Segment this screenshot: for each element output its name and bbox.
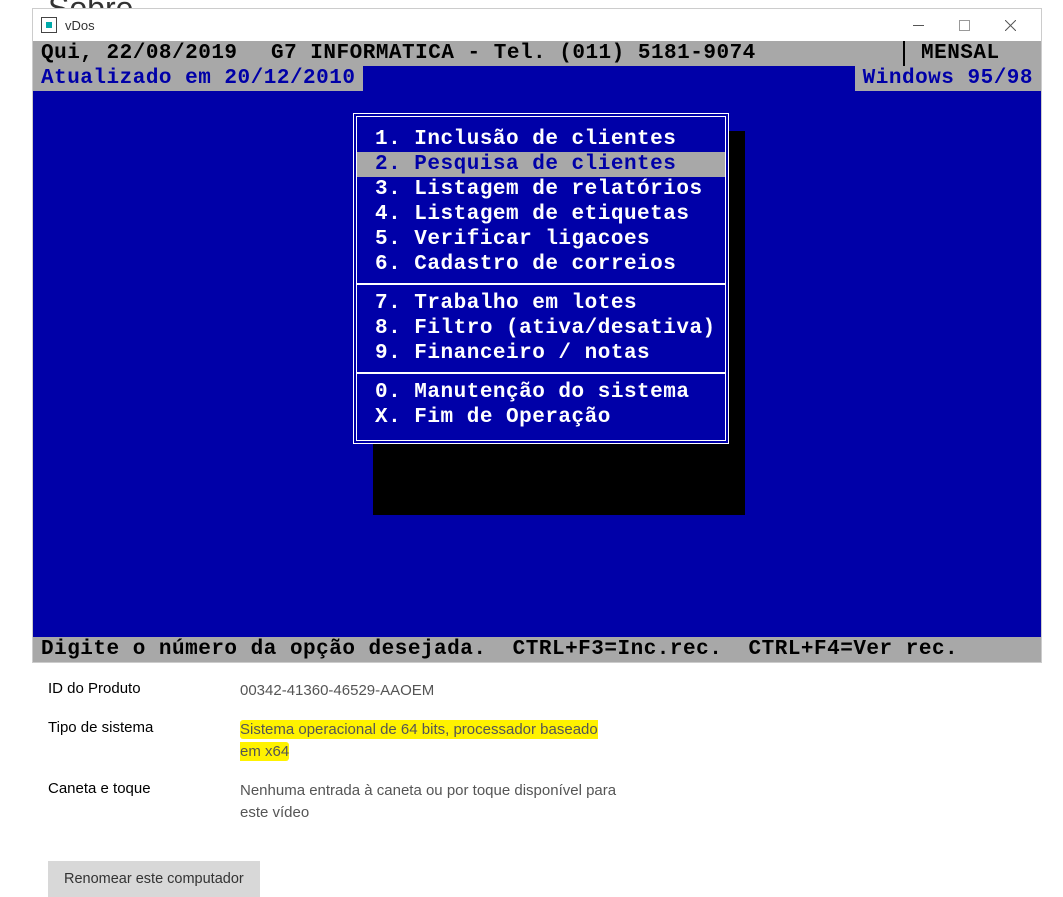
menu-item-6[interactable]: 6. Cadastro de correios: [357, 252, 725, 277]
window-title: vDos: [65, 18, 895, 33]
settings-label: Tipo de sistema: [48, 719, 240, 764]
settings-row: ID do Produto00342-41360-46529-AAOEM: [48, 680, 848, 703]
menu-item-9[interactable]: 9. Financeiro / notas: [357, 341, 725, 366]
menu-divider: [357, 283, 725, 285]
menu-item-2[interactable]: 2. Pesquisa de clientes: [357, 152, 725, 177]
dos-footer-prompt: Digite o número da opção desejada. CTRL+…: [41, 637, 958, 662]
menu-item-8[interactable]: 8. Filtro (ativa/desativa): [357, 316, 725, 341]
dos-header-date: Qui, 22/08/2019: [41, 41, 261, 66]
menu-item-5[interactable]: 5. Verificar ligacoes: [357, 227, 725, 252]
settings-label: ID do Produto: [48, 680, 240, 703]
settings-row: Tipo de sistemaSistema operacional de 64…: [48, 719, 848, 764]
menu-item-0[interactable]: 0. Manutenção do sistema: [357, 380, 725, 405]
window-titlebar[interactable]: vDos: [33, 9, 1041, 41]
dos-header-mode: MENSAL: [903, 41, 1033, 66]
window-controls: [895, 9, 1033, 41]
dos-menu: 1. Inclusão de clientes2. Pesquisa de cl…: [353, 113, 729, 444]
menu-item-7[interactable]: 7. Trabalho em lotes: [357, 291, 725, 316]
settings-row: Caneta e toqueNenhuma entrada à caneta o…: [48, 780, 848, 825]
minimize-button[interactable]: [895, 9, 941, 41]
dos-os-label: Windows 95/98: [855, 66, 1041, 91]
dos-updated-label: Atualizado em 20/12/2010: [33, 66, 363, 91]
dos-subheader: Atualizado em 20/12/2010 Windows 95/98: [33, 66, 1041, 91]
dos-screen: Qui, 22/08/2019 G7 INFORMATICA - Tel. (0…: [33, 41, 1041, 662]
menu-item-1[interactable]: 1. Inclusão de clientes: [357, 127, 725, 152]
settings-value: Sistema operacional de 64 bits, processa…: [240, 719, 620, 764]
close-button[interactable]: [987, 9, 1033, 41]
dos-footer: Digite o número da opção desejada. CTRL+…: [33, 637, 1041, 662]
system-settings: ID do Produto00342-41360-46529-AAOEMTipo…: [48, 680, 848, 897]
dos-header: Qui, 22/08/2019 G7 INFORMATICA - Tel. (0…: [33, 41, 1041, 66]
app-icon: [41, 17, 57, 33]
settings-label: Caneta e toque: [48, 780, 240, 825]
dos-body: 1. Inclusão de clientes2. Pesquisa de cl…: [33, 91, 1041, 637]
vdos-window: vDos Qui, 22/08/2019 G7 INFORMATICA - Te…: [32, 8, 1042, 663]
menu-item-X[interactable]: X. Fim de Operação: [357, 405, 725, 430]
menu-item-3[interactable]: 3. Listagem de relatórios: [357, 177, 725, 202]
maximize-button[interactable]: [941, 9, 987, 41]
highlighted-text: Sistema operacional de 64 bits, processa…: [240, 720, 598, 762]
rename-computer-button[interactable]: Renomear este computador: [48, 861, 260, 897]
dos-header-company: G7 INFORMATICA - Tel. (011) 5181-9074: [261, 41, 903, 66]
settings-value: 00342-41360-46529-AAOEM: [240, 680, 620, 703]
menu-item-4[interactable]: 4. Listagem de etiquetas: [357, 202, 725, 227]
settings-value: Nenhuma entrada à caneta ou por toque di…: [240, 780, 620, 825]
menu-divider: [357, 372, 725, 374]
